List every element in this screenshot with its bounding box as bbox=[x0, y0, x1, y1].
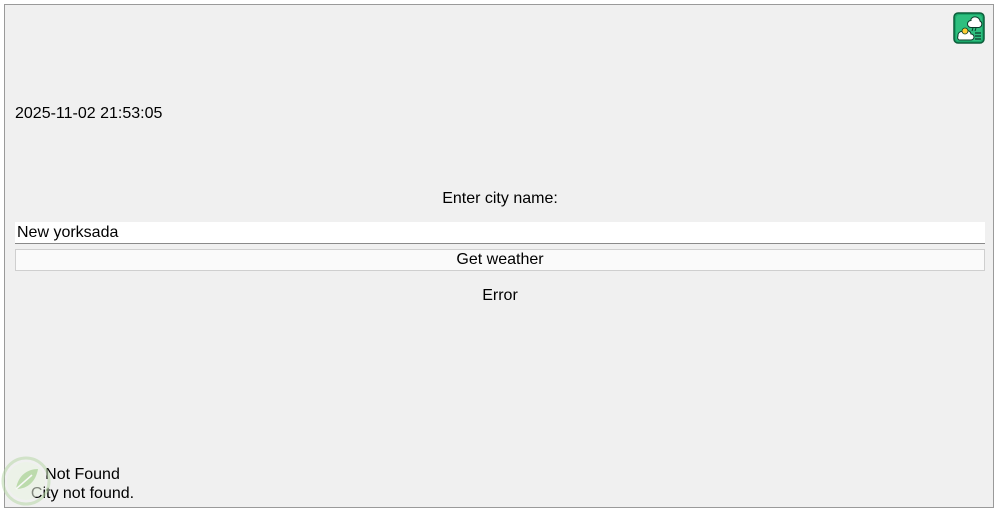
weather-app-icon[interactable] bbox=[953, 12, 985, 44]
city-prompt-label: Enter city name: bbox=[442, 190, 558, 207]
city-input[interactable] bbox=[15, 222, 985, 244]
leaf-watermark-icon bbox=[0, 455, 52, 507]
get-weather-button[interactable]: Get weather bbox=[15, 249, 985, 271]
result-status-label: Error bbox=[482, 287, 518, 304]
datetime-label: 2025-11-02 21:53:05 bbox=[15, 105, 163, 122]
app-window: 2025-11-02 21:53:05 Enter city name: Get… bbox=[4, 4, 994, 508]
